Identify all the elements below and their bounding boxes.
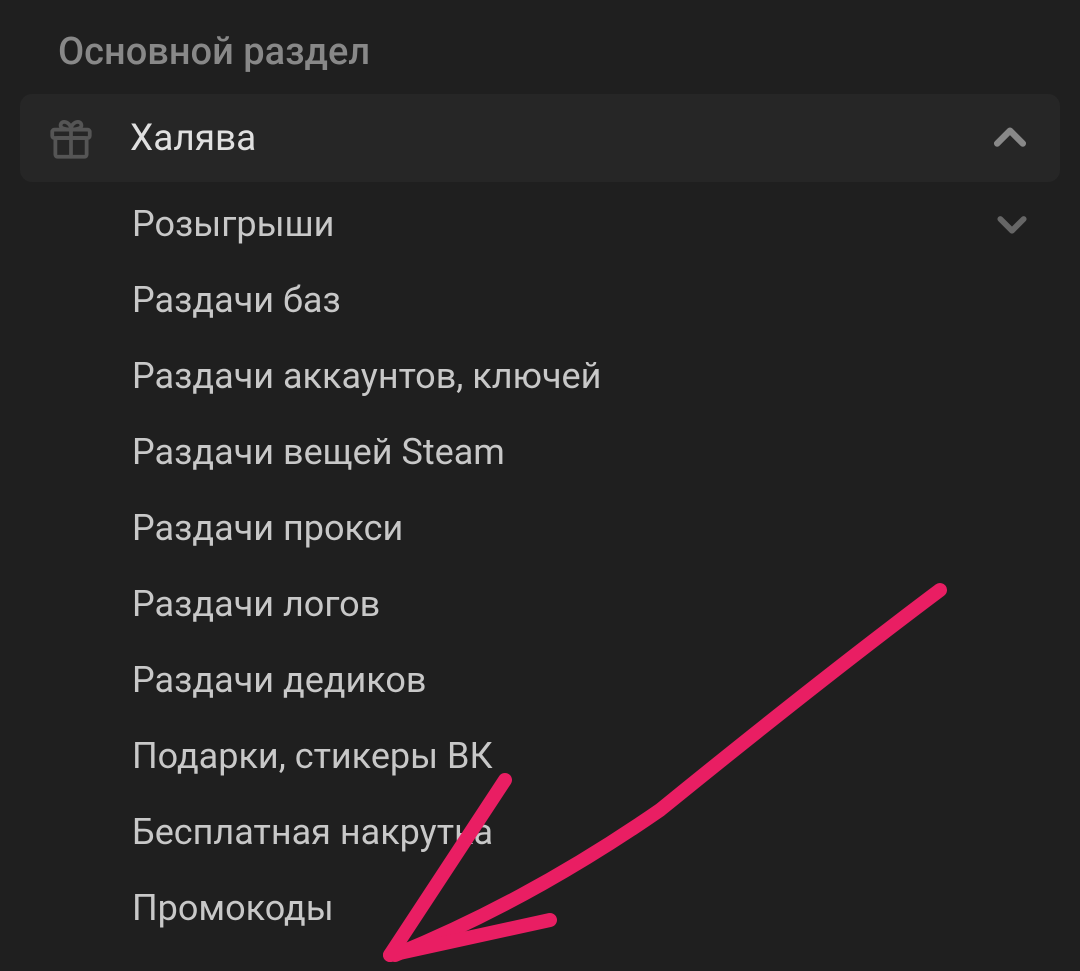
submenu-item-label: Раздачи дедиков [132,659,1032,701]
submenu-item[interactable]: Розыгрыши [20,186,1060,262]
submenu-item[interactable]: Раздачи дедиков [20,642,1060,718]
submenu-item[interactable]: Раздачи баз [20,262,1060,338]
submenu-item-label: Раздачи логов [132,583,1032,625]
submenu-item-label: Подарки, стикеры ВК [132,735,1032,777]
gift-icon [46,113,96,163]
menu-item-label: Халява [130,117,988,160]
submenu-item-label: Бесплатная накрутка [132,811,1032,853]
submenu-item[interactable]: Раздачи вещей Steam [20,414,1060,490]
submenu-item-label: Розыгрыши [132,203,992,245]
submenu-item-label: Раздачи баз [132,279,1032,321]
submenu-item[interactable]: Раздачи логов [20,566,1060,642]
submenu-item[interactable]: Раздачи прокси [20,490,1060,566]
submenu-list: Розыгрыши Раздачи баз Раздачи аккаунтов, к… [20,182,1060,946]
submenu-item-label: Промокоды [132,887,1032,929]
section-title: Основной раздел [20,30,1060,94]
menu-item-freebies[interactable]: Халява [20,94,1060,182]
submenu-item[interactable]: Раздачи аккаунтов, ключей [20,338,1060,414]
submenu-item-label: Раздачи вещей Steam [132,431,1032,473]
submenu-item[interactable]: Подарки, стикеры ВК [20,718,1060,794]
submenu-item-label: Раздачи аккаунтов, ключей [132,355,1032,397]
submenu-item[interactable]: Бесплатная накрутка [20,794,1060,870]
submenu-item[interactable]: Промокоды [20,870,1060,946]
submenu-item-label: Раздачи прокси [132,507,1032,549]
chevron-down-icon [992,204,1032,244]
chevron-up-icon [988,116,1032,160]
